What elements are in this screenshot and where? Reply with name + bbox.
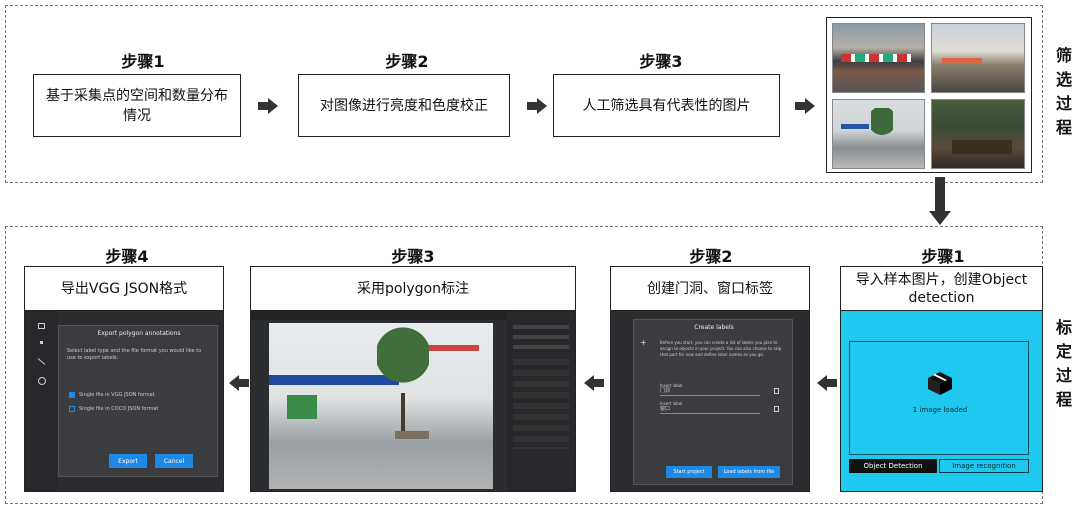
delete-icon[interactable] bbox=[774, 388, 779, 394]
coco-checkbox[interactable] bbox=[69, 406, 75, 412]
dialog-description: Before you start, you can create a list … bbox=[660, 340, 782, 357]
label-char: 定 bbox=[1055, 342, 1072, 361]
arrow-left-icon bbox=[227, 375, 249, 395]
step-title: 步骤1 bbox=[921, 247, 965, 266]
street-photo bbox=[832, 23, 925, 93]
image-recognition-button[interactable]: Image recognition bbox=[939, 459, 1029, 473]
coco-option-label: Single file in COCO JSON format bbox=[79, 406, 159, 412]
calibration-process-label: 标 定 过 程 bbox=[1054, 316, 1074, 412]
annotated-image bbox=[269, 323, 493, 489]
sample-photo-grid bbox=[826, 17, 1032, 173]
dialog-description: Select label type and the file format yo… bbox=[67, 348, 202, 361]
cancel-button[interactable]: Cancel bbox=[155, 454, 193, 468]
label-input[interactable]: 窗口 bbox=[660, 406, 760, 414]
label-char: 过 bbox=[1055, 94, 1072, 113]
label-char: 程 bbox=[1055, 390, 1072, 409]
export-dialog: Export polygon annotations Select label … bbox=[58, 325, 218, 477]
tool-sidebar bbox=[25, 311, 57, 491]
import-panel: 导入样本图片，创建Object detection 1 image loaded… bbox=[840, 266, 1043, 492]
arrow-down-icon bbox=[929, 177, 951, 231]
object-detection-button[interactable]: Object Detection bbox=[849, 459, 937, 473]
step-title: 步骤1 bbox=[121, 52, 165, 71]
street-photo bbox=[931, 23, 1025, 93]
loaded-count-text: 1 image loaded bbox=[912, 406, 968, 414]
label-char: 选 bbox=[1055, 70, 1072, 89]
delete-icon[interactable] bbox=[774, 406, 779, 412]
app-screenshot: 1 image loaded Object Detection Image re… bbox=[841, 311, 1042, 491]
label-input[interactable]: 门洞 bbox=[660, 388, 760, 396]
load-labels-button[interactable]: Load labels from file bbox=[718, 466, 780, 478]
polygon-panel: 采用polygon标注 bbox=[250, 266, 576, 492]
label-char: 筛 bbox=[1055, 46, 1072, 65]
vgg-option-label: Single file in VGG JSON format bbox=[79, 392, 155, 398]
step-title: 步骤2 bbox=[689, 247, 733, 266]
drop-zone[interactable]: 1 image loaded bbox=[849, 341, 1029, 455]
label-char: 过 bbox=[1055, 366, 1072, 385]
labels-sidebar bbox=[507, 311, 575, 491]
point-tool-icon[interactable] bbox=[40, 341, 43, 344]
label-char: 程 bbox=[1055, 118, 1072, 137]
panel-title: 创建门洞、窗口标签 bbox=[611, 267, 809, 311]
export-panel: 导出VGG JSON格式 Export polygon annotations … bbox=[24, 266, 224, 492]
step-title: 步骤4 bbox=[105, 247, 149, 266]
create-labels-dialog: Create labels + Before you start, you ca… bbox=[633, 319, 793, 485]
dialog-title: Export polygon annotations bbox=[97, 330, 181, 337]
arrow-right-icon bbox=[795, 98, 817, 118]
polygon-tool-icon[interactable] bbox=[38, 377, 46, 385]
dialog-title: Create labels bbox=[694, 324, 734, 331]
step-box: 基于采集点的空间和数量分布情况 bbox=[33, 74, 241, 137]
step-title: 步骤3 bbox=[639, 52, 683, 71]
line-tool-icon[interactable] bbox=[37, 358, 46, 365]
arrow-left-icon bbox=[582, 375, 604, 395]
step-box: 对图像进行亮度和色度校正 bbox=[298, 74, 510, 137]
arrow-right-icon bbox=[527, 98, 549, 118]
step-title: 步骤2 bbox=[385, 52, 429, 71]
screening-process-label: 筛 选 过 程 bbox=[1054, 44, 1074, 140]
start-project-button[interactable]: Start project bbox=[666, 466, 712, 478]
add-label-icon[interactable]: + bbox=[640, 338, 647, 347]
vgg-checkbox[interactable] bbox=[69, 392, 75, 398]
street-photo bbox=[931, 99, 1025, 169]
label-char: 标 bbox=[1055, 318, 1072, 337]
rect-tool-icon[interactable] bbox=[38, 323, 45, 329]
box-icon bbox=[926, 370, 954, 400]
step-title: 步骤3 bbox=[391, 247, 435, 266]
arrow-right-icon bbox=[258, 98, 280, 118]
panel-title: 采用polygon标注 bbox=[251, 267, 575, 311]
app-screenshot bbox=[251, 311, 575, 491]
step-box: 人工筛选具有代表性的图片 bbox=[553, 74, 780, 137]
panel-title: 导入样本图片，创建Object detection bbox=[841, 267, 1042, 311]
street-photo bbox=[832, 99, 925, 169]
arrow-left-icon bbox=[815, 375, 837, 395]
create-labels-panel: 创建门洞、窗口标签 Create labels + Before you sta… bbox=[610, 266, 810, 492]
app-screenshot: Export polygon annotations Select label … bbox=[25, 311, 223, 491]
export-button[interactable]: Export bbox=[109, 454, 147, 468]
panel-title: 导出VGG JSON格式 bbox=[25, 267, 223, 311]
app-screenshot: Create labels + Before you start, you ca… bbox=[611, 311, 809, 491]
